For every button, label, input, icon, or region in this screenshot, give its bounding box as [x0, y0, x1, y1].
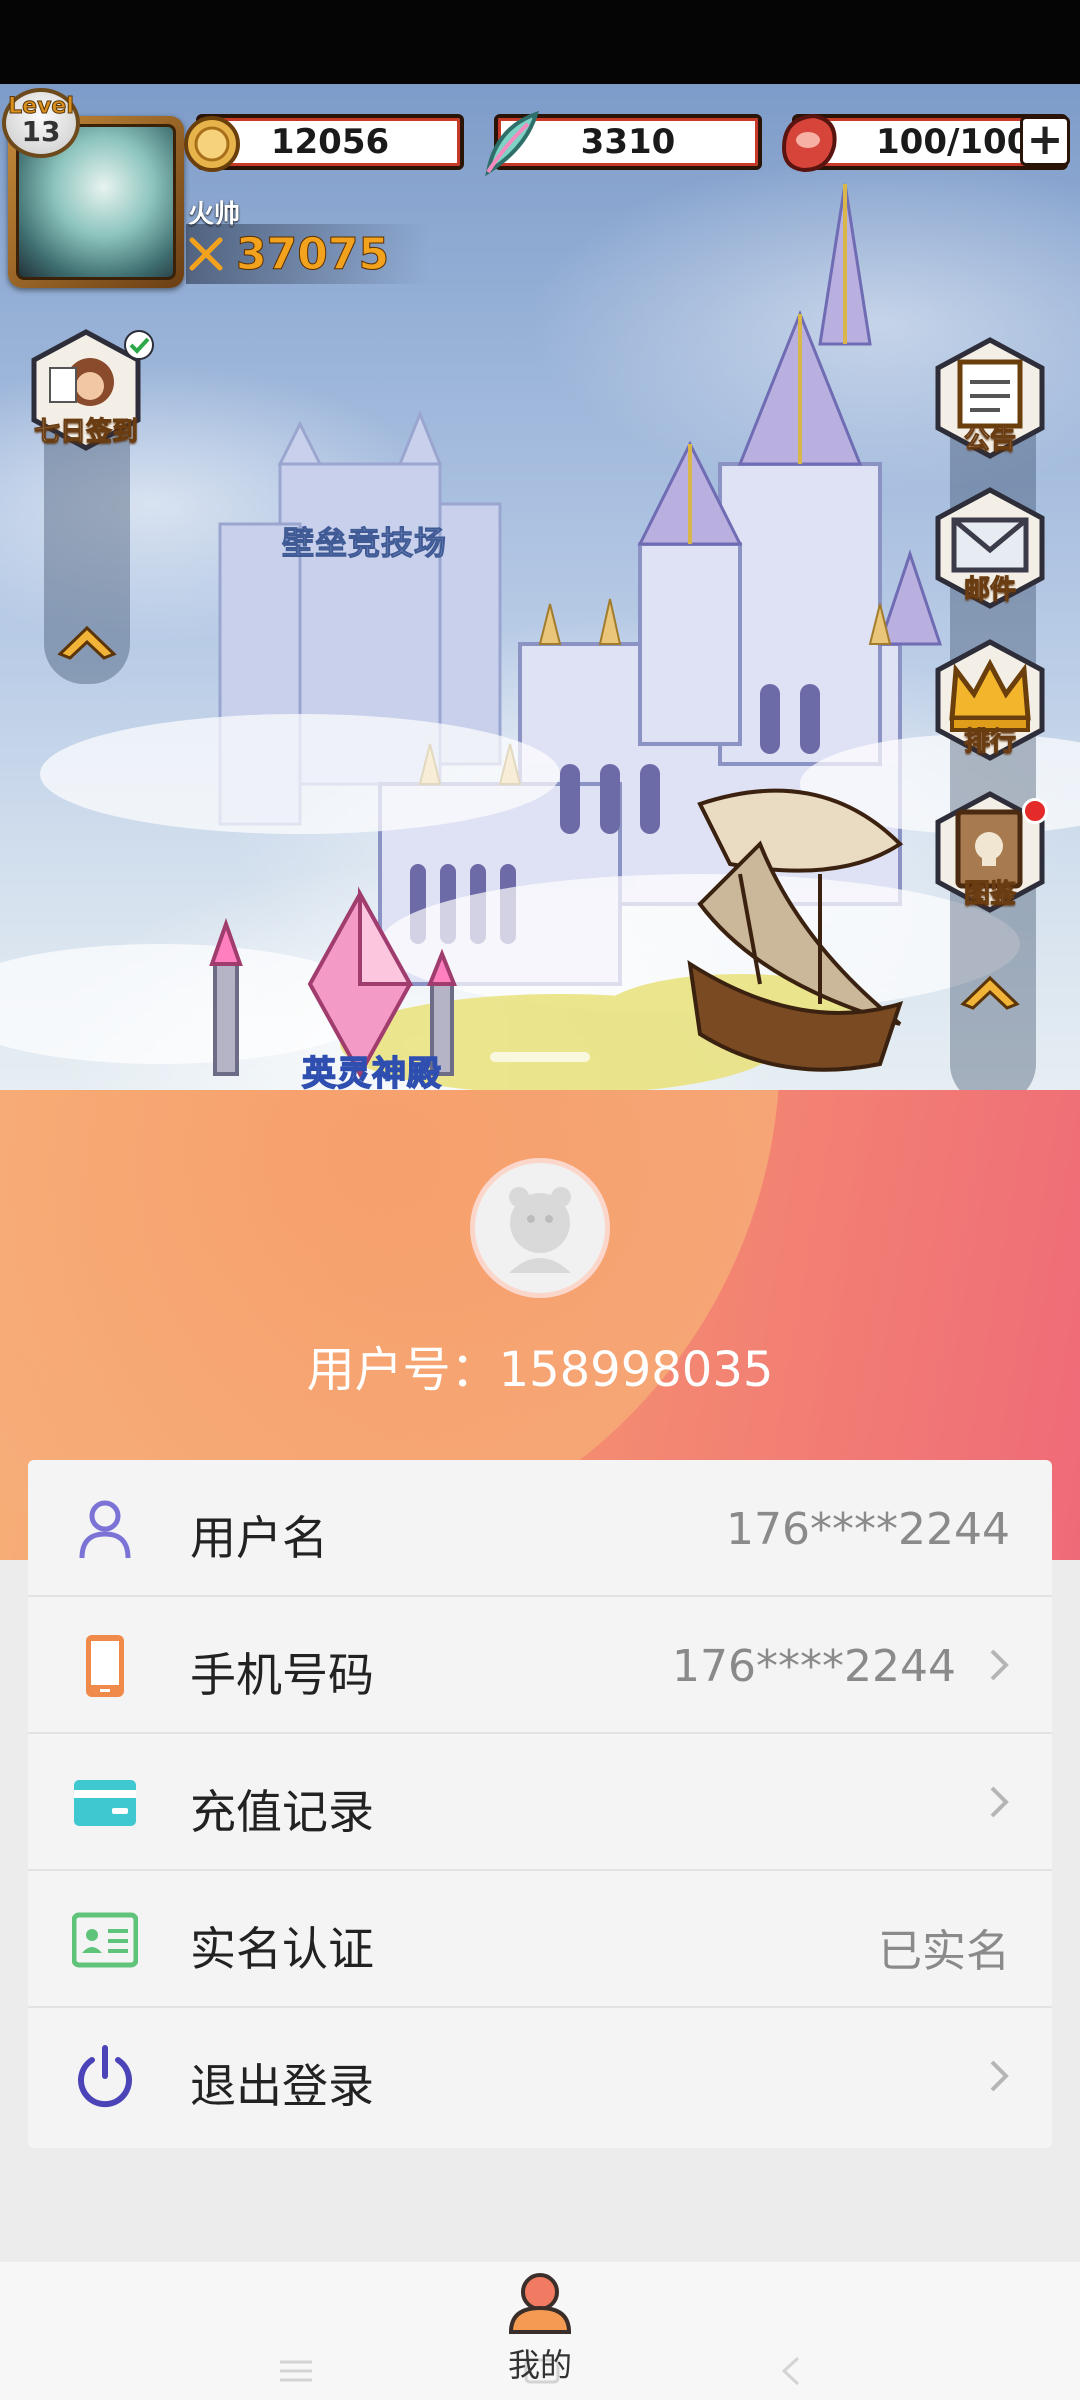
status-bar: [0, 0, 1080, 84]
gold-resource[interactable]: 12056: [184, 114, 464, 172]
menu-nav-icon[interactable]: [276, 2356, 316, 2386]
feather-resource[interactable]: 3310: [485, 110, 762, 177]
phone-icon: [86, 1635, 124, 1697]
left-collapse-chevron-icon[interactable]: [52, 614, 122, 664]
meat-icon: [781, 113, 837, 173]
level-number: 13: [21, 115, 61, 148]
mail-button[interactable]: 邮件: [930, 486, 1050, 610]
menu-row-phone[interactable]: 手机号码 176****2244: [28, 1597, 1052, 1734]
game-screen[interactable]: Level 13 火帅 37075 12056 3310 100/100 + 七…: [0, 84, 1080, 1090]
arena-map-label[interactable]: 壁垒竞技场: [281, 518, 447, 564]
stamina-resource[interactable]: 100/100 +: [781, 113, 1070, 173]
menu-label: 充值记录: [190, 1785, 374, 1839]
menu-label: 实名认证: [190, 1922, 374, 1976]
profile-tab-icon: [508, 2273, 572, 2334]
back-nav-icon[interactable]: [776, 2356, 806, 2386]
seven-day-signin-button[interactable]: 七日签到: [26, 328, 154, 452]
level-badge: Level 13: [2, 88, 80, 158]
stamina-value: 100/100: [876, 122, 1031, 162]
menu-row-username[interactable]: 用户名 176****2244: [28, 1460, 1052, 1597]
menu-row-real-name-verification[interactable]: 实名认证 已实名: [28, 1871, 1052, 2008]
menu-row-logout[interactable]: 退出登录: [28, 2008, 1052, 2145]
menu-label: 手机号码: [190, 1648, 374, 1702]
default-avatar-icon: [509, 1187, 571, 1273]
codex-notification-dot: [1022, 798, 1048, 824]
gold-coin-icon: [184, 116, 240, 172]
feather-value: 3310: [580, 122, 676, 162]
announcement-label: 公告: [963, 425, 1016, 456]
menu-label: 退出登录: [190, 2059, 374, 2113]
ranking-label: 排行: [963, 727, 1016, 758]
chevron-right-icon: [990, 1649, 1009, 1681]
chevron-right-icon: [990, 2060, 1009, 2092]
card-icon: [74, 1780, 136, 1826]
crossed-swords-icon: [189, 237, 223, 271]
power-value: 37075: [235, 228, 390, 280]
checkmark-icon: [124, 330, 154, 360]
account-menu: 用户名 176****2244 手机号码 176****2244 充值记录 实名…: [28, 1460, 1052, 2148]
menu-value: 已实名: [878, 1926, 1010, 1977]
feather-icon: [485, 110, 540, 177]
ranking-button[interactable]: 排行: [930, 638, 1050, 762]
combat-power: 37075: [186, 224, 430, 284]
right-collapse-chevron-icon[interactable]: [955, 964, 1025, 1014]
gold-value: 12056: [270, 122, 390, 162]
announcement-button[interactable]: 公告: [930, 336, 1050, 460]
menu-value: 176****2244: [726, 1504, 1010, 1555]
menu-row-recharge-history[interactable]: 充值记录: [28, 1734, 1052, 1871]
home-nav-icon[interactable]: [522, 2356, 562, 2386]
codex-button[interactable]: 图鉴: [930, 790, 1050, 914]
temple-map-label[interactable]: 英灵神殿: [301, 1046, 442, 1090]
chevron-right-icon: [990, 1786, 1009, 1818]
signin-label: 七日签到: [33, 417, 138, 448]
user-avatar[interactable]: [470, 1158, 610, 1298]
codex-label: 图鉴: [963, 879, 1016, 910]
user-icon: [79, 1500, 131, 1559]
mail-label: 邮件: [963, 575, 1016, 606]
menu-value: 176****2244: [672, 1641, 956, 1692]
user-id: 用户号：158998035: [306, 1342, 774, 1398]
power-icon: [78, 2045, 132, 2108]
menu-label: 用户名: [190, 1511, 328, 1565]
add-stamina-button[interactable]: +: [1020, 116, 1070, 166]
id-card-icon: [72, 1912, 138, 1968]
